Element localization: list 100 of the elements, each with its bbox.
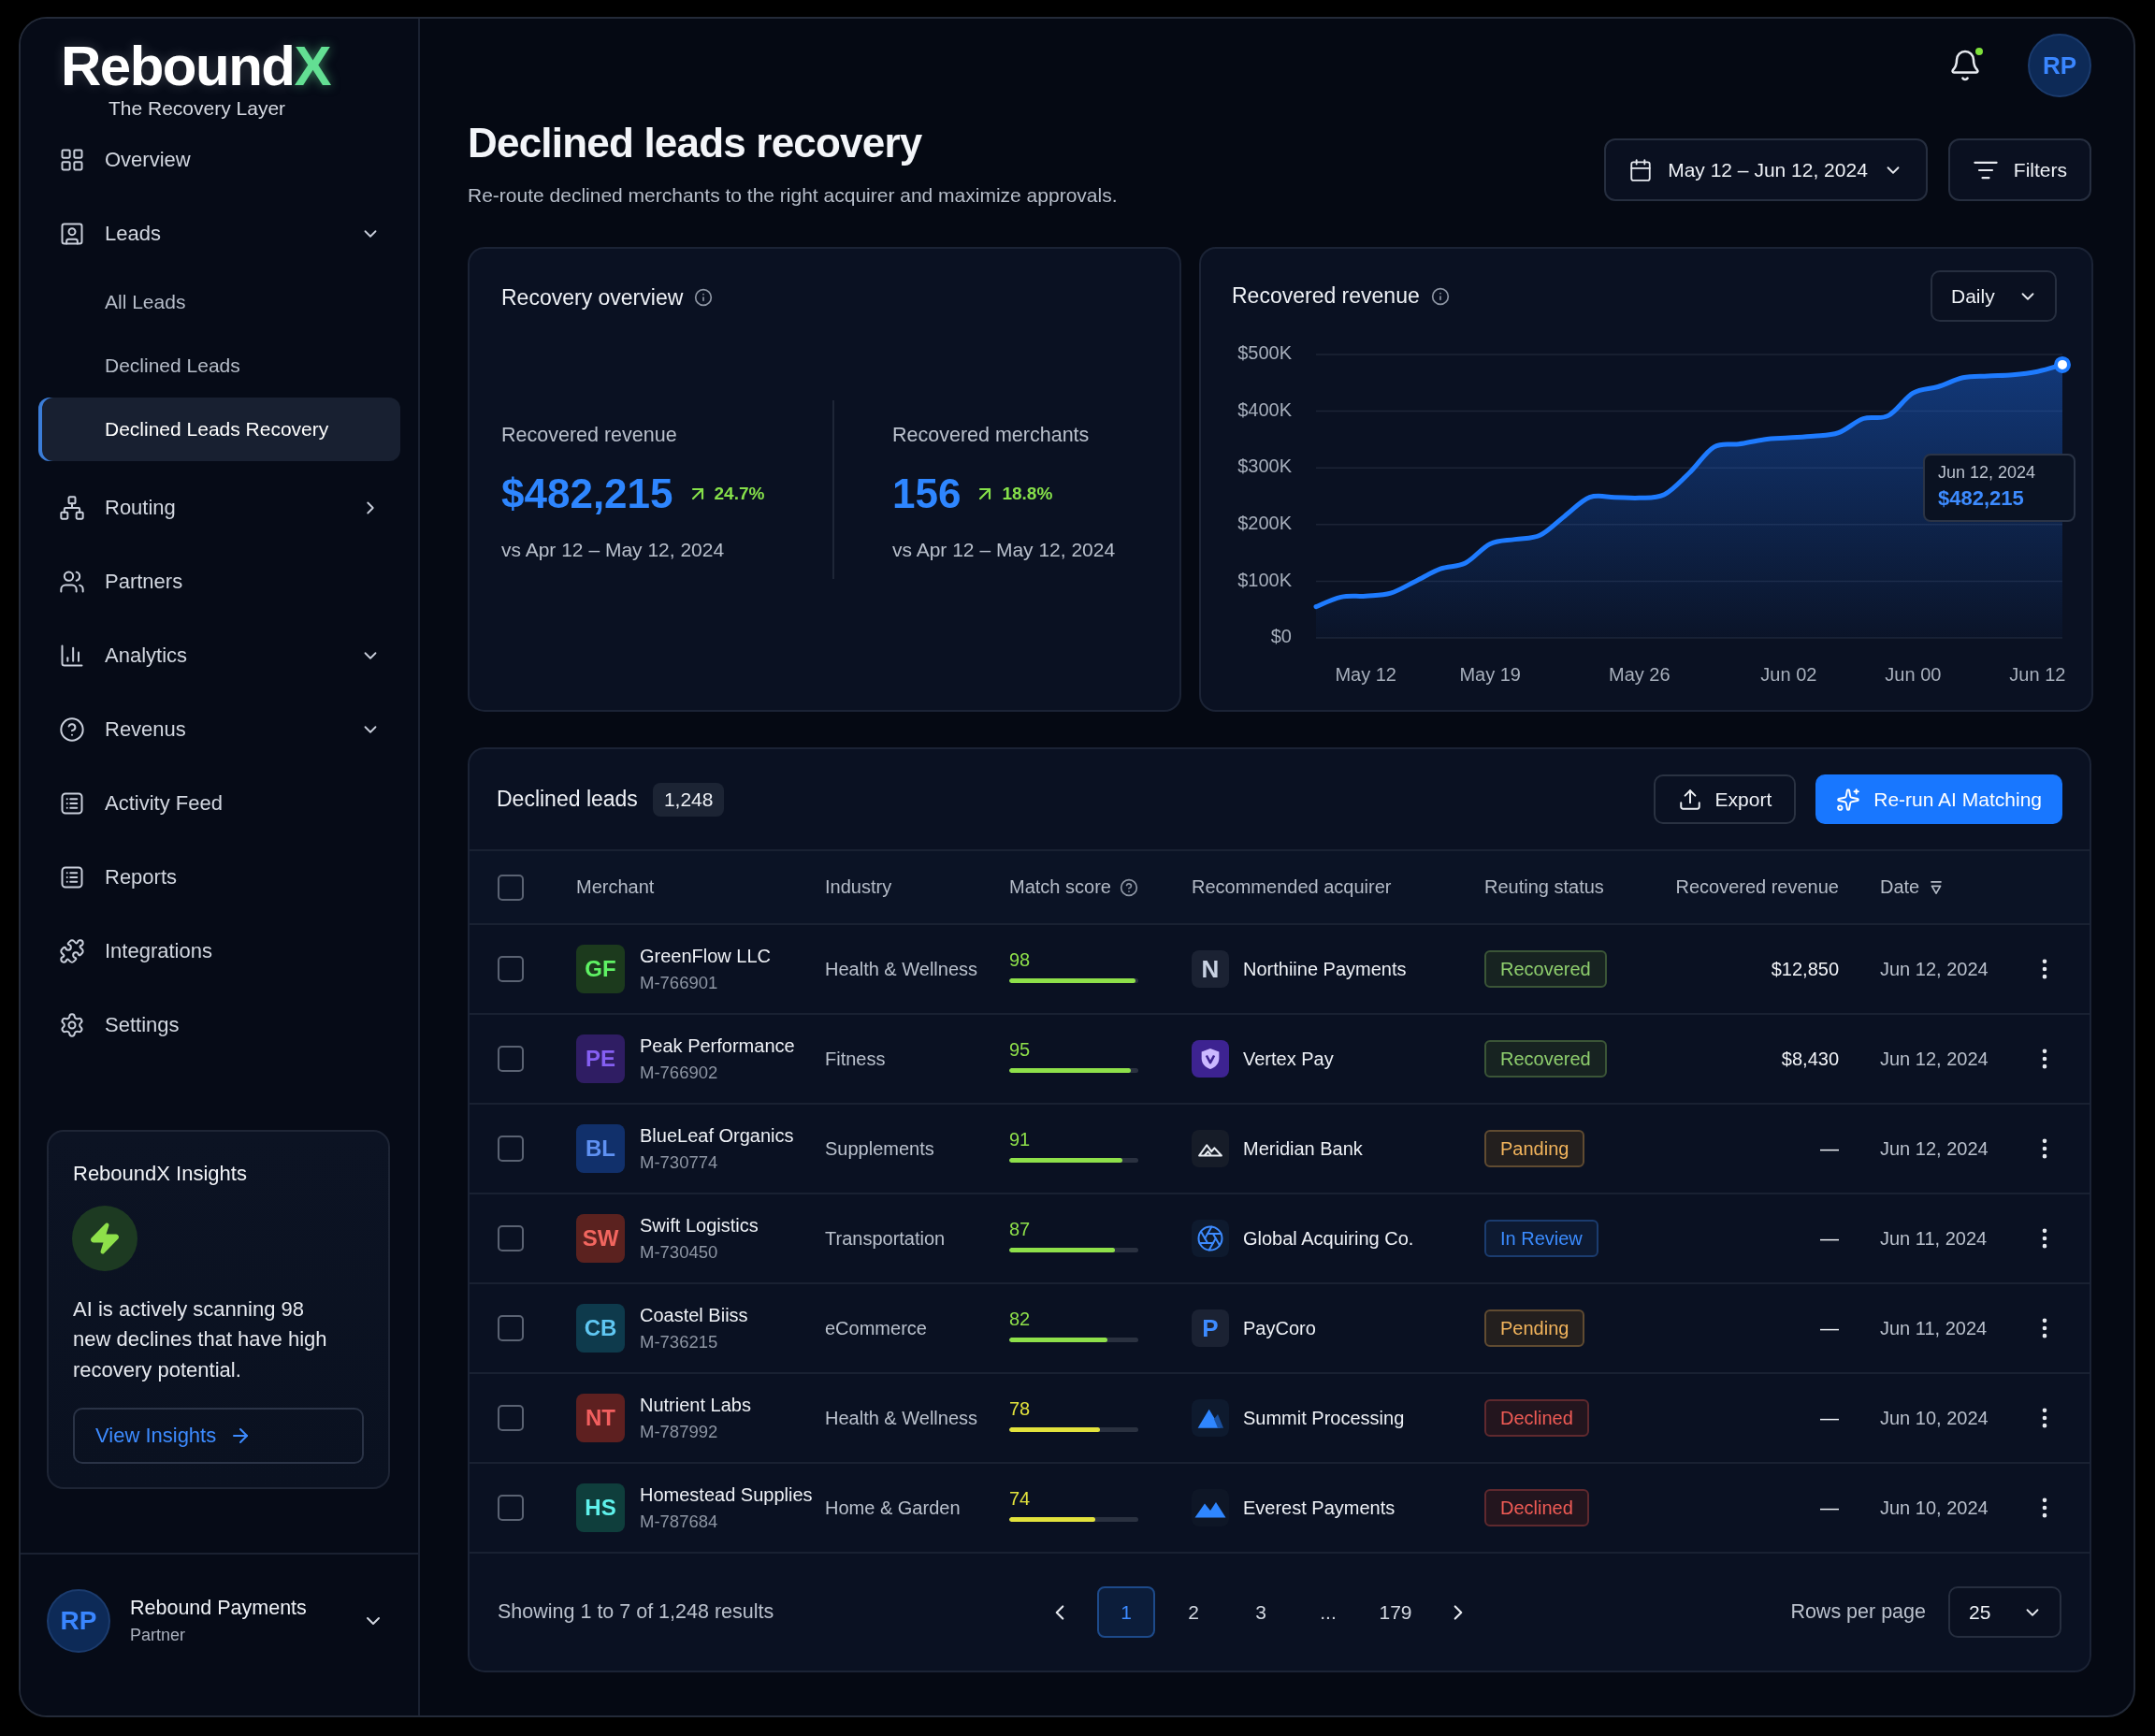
- revenue-value: $12,850: [1771, 958, 1839, 980]
- column-header[interactable]: Date: [1880, 876, 1920, 898]
- merchant-name: BlueLeaf Organics: [640, 1124, 794, 1147]
- page-button[interactable]: 2: [1164, 1586, 1222, 1638]
- export-button[interactable]: Export: [1653, 774, 1797, 824]
- filters-button[interactable]: Filters: [1947, 138, 2091, 201]
- merchant-name: Nutrient Labs: [640, 1394, 751, 1416]
- merchant-id: M-766901: [640, 972, 719, 993]
- date-range-button[interactable]: May 12 – Jun 12, 2024: [1604, 138, 1928, 201]
- column-header: Merchant: [576, 876, 655, 898]
- nav-item[interactable]: Reports: [38, 840, 400, 914]
- logo-wordmark: ReboundX: [61, 38, 330, 94]
- view-insights-button[interactable]: View Insights: [73, 1408, 364, 1464]
- metric-value: 156: [892, 470, 962, 517]
- merchant-initials-tile: NT: [576, 1394, 625, 1442]
- acquirer-name: PayCoro: [1243, 1317, 1316, 1339]
- row-checkbox[interactable]: [498, 1405, 524, 1431]
- info-icon[interactable]: [1430, 286, 1450, 306]
- status-badge: In Review: [1484, 1220, 1598, 1257]
- x-axis-label: Jun 02: [1760, 664, 1817, 685]
- industry-text: Fitness: [825, 1048, 886, 1070]
- row-checkbox[interactable]: [498, 1495, 524, 1521]
- help-icon: [59, 716, 85, 743]
- date-text: Jun 10, 2024: [1880, 1407, 1989, 1429]
- x-axis-label: Jun 00: [1885, 664, 1942, 685]
- merchant-initials-tile: CB: [576, 1304, 625, 1353]
- info-icon[interactable]: [694, 288, 714, 307]
- merchant-initials-tile: GF: [576, 945, 625, 993]
- merchant-id: M-787992: [640, 1421, 719, 1442]
- comparison-period: vs Apr 12 – May 12, 2024: [892, 538, 1116, 562]
- nav-item[interactable]: Routing: [38, 470, 400, 544]
- nav-item[interactable]: Revenus: [38, 692, 400, 766]
- results-summary: Showing 1 to 7 of 1,248 results: [498, 1600, 775, 1624]
- help-icon[interactable]: [1119, 877, 1138, 897]
- date-text: Jun 11, 2024: [1880, 1317, 1988, 1339]
- nav-item[interactable]: Settings: [38, 988, 400, 1062]
- acquirer-logo: P: [1192, 1309, 1229, 1347]
- row-checkbox[interactable]: [498, 956, 524, 982]
- status-badge: Panding: [1484, 1130, 1585, 1167]
- industry-text: Transportation: [825, 1227, 946, 1250]
- page-title: Declined leads recovery: [468, 119, 923, 167]
- nav-subitem[interactable]: Declined Leads: [38, 334, 400, 398]
- nav-item[interactable]: Integrations: [38, 914, 400, 988]
- page-subtitle: Re-route declined merchants to the right acquirer and maximize approvals.: [468, 183, 1118, 208]
- nav-subitem[interactable]: Declined Leads Recovery: [38, 398, 400, 461]
- row-checkbox[interactable]: [498, 1046, 524, 1072]
- page-button[interactable]: 179: [1367, 1586, 1425, 1638]
- nav-item[interactable]: Leads: [38, 196, 400, 270]
- row-checkbox[interactable]: [498, 1315, 524, 1341]
- column-header: Reuting status: [1484, 876, 1604, 898]
- acquirer-logo: N: [1192, 950, 1229, 988]
- page-button[interactable]: 1: [1097, 1586, 1155, 1638]
- row-checkbox[interactable]: [498, 1136, 524, 1162]
- page-button[interactable]: ...: [1299, 1586, 1357, 1638]
- status-badge: Recovered: [1484, 1040, 1607, 1078]
- merchant-id: M-730774: [640, 1151, 719, 1173]
- date-text: Jun 12, 2024: [1880, 958, 1989, 980]
- acquirer-name: Meridian Bank: [1243, 1137, 1363, 1160]
- rerun-matching-button[interactable]: Re-run AI Matching: [1815, 774, 2062, 824]
- industry-text: Supplements: [825, 1137, 934, 1160]
- shield-logo-icon: [1192, 1040, 1229, 1078]
- status-badge: Pending: [1484, 1309, 1585, 1347]
- user-avatar[interactable]: RP: [2028, 34, 2091, 97]
- account-role: Partner: [130, 1626, 187, 1645]
- revenue-value: —: [1820, 1497, 1839, 1519]
- data-point-marker: [2054, 355, 2071, 373]
- logo-tagline: The Recovery Layer: [108, 97, 286, 120]
- merchant-id: M-730450: [640, 1241, 719, 1263]
- select-all-checkbox[interactable]: [498, 874, 524, 901]
- merchant-id: M-736215: [640, 1331, 719, 1353]
- upload-icon: [1677, 787, 1702, 812]
- date-text: Jun 12, 2024: [1880, 1137, 1989, 1160]
- nav-item[interactable]: Overview: [38, 123, 400, 196]
- page-button[interactable]: 3: [1232, 1586, 1290, 1638]
- nav-item[interactable]: Partners: [38, 544, 400, 618]
- merchant-name: Peak Performance: [640, 1034, 795, 1057]
- y-axis-label: $200K: [1237, 513, 1292, 534]
- mountain-logo-icon: [1192, 1130, 1229, 1167]
- row-checkbox[interactable]: [498, 1225, 524, 1251]
- y-axis-label: $0: [1270, 626, 1292, 647]
- period-dropdown[interactable]: Daily: [1931, 270, 2057, 322]
- rows-per-page-select[interactable]: 25: [1948, 1586, 2061, 1638]
- revenue-value: —: [1820, 1137, 1839, 1160]
- status-badge: Declined: [1484, 1399, 1589, 1437]
- y-axis-label: $500K: [1237, 342, 1292, 364]
- notification-bell-icon[interactable]: [1948, 49, 1982, 82]
- account-avatar[interactable]: RP: [47, 1589, 110, 1653]
- x-axis-label: May 12: [1335, 664, 1396, 685]
- nav-subitem[interactable]: All Leads: [38, 270, 400, 334]
- match-score-value: 87: [1009, 1219, 1032, 1240]
- date-text: Jun 12, 2024: [1880, 1048, 1989, 1070]
- table-title: Declined leads: [497, 787, 638, 812]
- nav-item[interactable]: Activity Feed: [38, 766, 400, 840]
- nav-item[interactable]: Analytics: [38, 618, 400, 692]
- column-header: Recommended acquirer: [1192, 876, 1392, 898]
- status-badge: Declined: [1484, 1489, 1589, 1526]
- calendar-icon: [1628, 157, 1654, 182]
- tooltip-value: $482,215: [1938, 486, 2025, 511]
- merchant-initials-tile: SW: [576, 1214, 625, 1263]
- tooltip-date: Jun 12, 2024: [1938, 463, 2037, 483]
